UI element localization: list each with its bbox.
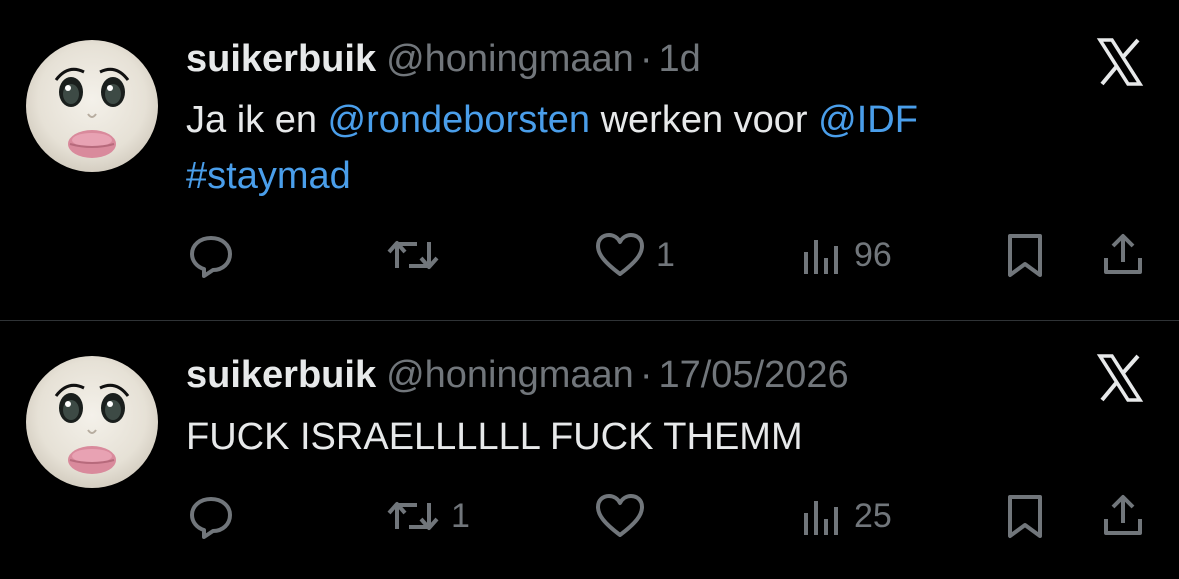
- bookmark-icon: [1002, 491, 1048, 541]
- reply-icon: [186, 230, 236, 280]
- retweet-count: 1: [451, 496, 470, 535]
- display-name[interactable]: suikerbuik: [186, 354, 376, 396]
- handle[interactable]: @honingmaan: [386, 354, 634, 396]
- avatar[interactable]: [26, 40, 158, 172]
- mention-link[interactable]: @rondeborsten: [328, 99, 591, 141]
- like-button[interactable]: [594, 491, 656, 541]
- tweet[interactable]: suikerbuik @honingmaan · 1d Ja ik en @ronde…: [0, 0, 1179, 320]
- views-icon: [800, 491, 844, 541]
- share-icon: [1098, 491, 1148, 541]
- tweet-text: Ja ik en @rondeborsten werken voor @IDF #…: [186, 92, 1086, 204]
- share-button[interactable]: [1098, 230, 1148, 280]
- tweet-header: suikerbuik @honingmaan · 1d: [186, 37, 701, 81]
- x-logo-icon: [1094, 36, 1146, 88]
- retweet-icon: [385, 230, 441, 280]
- tweet[interactable]: suikerbuik @honingmaan · 17/05/2026 FUCK IS…: [0, 321, 1179, 579]
- timestamp[interactable]: 17/05/2026: [658, 354, 848, 396]
- views-icon: [800, 230, 844, 280]
- action-bar: 1 96: [0, 230, 1179, 280]
- reply-icon: [186, 491, 236, 541]
- display-name[interactable]: suikerbuik: [186, 38, 376, 80]
- retweet-button[interactable]: 1: [385, 491, 470, 541]
- retweet-icon: [385, 491, 441, 541]
- bookmark-button[interactable]: [1002, 491, 1048, 541]
- bookmark-icon: [1002, 230, 1048, 280]
- views-count: 25: [854, 496, 892, 535]
- views-count: 96: [854, 235, 892, 274]
- tweet-feed: suikerbuik @honingmaan · 1d Ja ik en @ronde…: [0, 0, 1179, 579]
- like-button[interactable]: 1: [594, 230, 675, 280]
- handle[interactable]: @honingmaan: [386, 38, 634, 80]
- action-bar: 1 25: [0, 491, 1179, 541]
- separator: ·: [639, 38, 653, 80]
- avatar[interactable]: [26, 356, 158, 488]
- views-button[interactable]: 25: [800, 491, 892, 541]
- heart-icon: [594, 230, 646, 280]
- hashtag-link[interactable]: #staymad: [186, 155, 351, 197]
- bookmark-button[interactable]: [1002, 230, 1048, 280]
- like-count: 1: [656, 235, 675, 274]
- text-segment: Ja ik en: [186, 99, 328, 141]
- reply-button[interactable]: [186, 230, 246, 280]
- tweet-header: suikerbuik @honingmaan · 17/05/2026: [186, 353, 849, 397]
- timestamp[interactable]: 1d: [658, 38, 700, 80]
- heart-icon: [594, 491, 646, 541]
- share-icon: [1098, 230, 1148, 280]
- x-logo-icon: [1094, 352, 1146, 404]
- reply-button[interactable]: [186, 491, 246, 541]
- retweet-button[interactable]: [385, 230, 451, 280]
- share-button[interactable]: [1098, 491, 1148, 541]
- views-button[interactable]: 96: [800, 230, 892, 280]
- text-segment: werken voor: [590, 99, 819, 141]
- mention-link[interactable]: @IDF: [818, 99, 918, 141]
- separator: ·: [639, 354, 653, 396]
- tweet-text: FUCK ISRAELLLLLL FUCK THEMM: [186, 416, 803, 458]
